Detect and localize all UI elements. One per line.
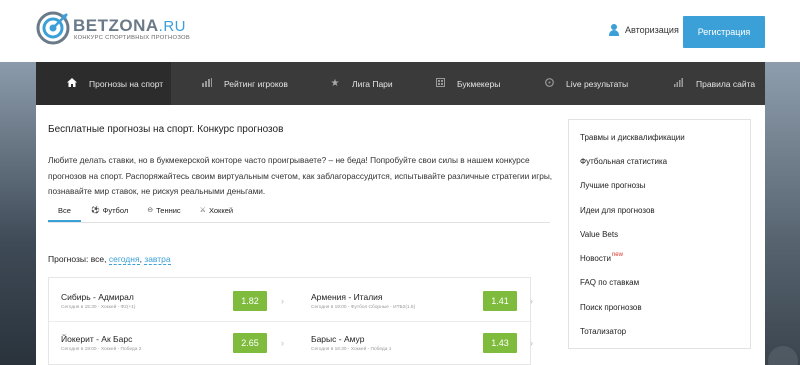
background-right bbox=[765, 62, 800, 365]
main-content: Бесплатные прогнозы на спорт. Конкурс пр… bbox=[36, 105, 765, 365]
nav-item-bookmakers[interactable]: Букмекеры bbox=[405, 62, 512, 105]
sidebar-item-label: Новости bbox=[580, 254, 611, 264]
forecasts-filter: Прогнозы: все, сегодня, завтра bbox=[48, 254, 171, 265]
site-header: BETZONA.RU КОНКУРС СПОРТИВНЫХ ПРОГНОЗОВ … bbox=[0, 0, 800, 62]
tab-tennis[interactable]: ⊖ Теннис bbox=[147, 201, 180, 222]
intro-text: Любите делать ставки, но в букмекерской … bbox=[48, 155, 553, 196]
filter-tomorrow-link[interactable]: завтра bbox=[144, 254, 171, 265]
match-teams: Армения - Италия bbox=[311, 292, 383, 302]
odds-badge[interactable]: 1.43 bbox=[483, 333, 517, 353]
sidebar-item-search[interactable]: Поиск прогнозов bbox=[569, 295, 750, 319]
tab-all[interactable]: Все bbox=[48, 201, 81, 222]
main-nav: Прогнозы на спорт Рейтинг игроков ★ Лига… bbox=[36, 62, 765, 105]
sidebar-item-injuries[interactable]: Травмы и дисквалификации bbox=[569, 125, 750, 149]
home-icon bbox=[67, 77, 77, 90]
football-icon: ⚽ bbox=[90, 207, 100, 214]
sidebar-item-news[interactable]: Новости new bbox=[569, 246, 750, 270]
forecast-item[interactable]: Барыс - Амур Сегодня в 16:30 - Хоккей - … bbox=[299, 325, 533, 362]
tab-label: Все bbox=[58, 206, 71, 215]
sidebar-item-ideas[interactable]: Идеи для прогнозов bbox=[569, 198, 750, 222]
tab-football[interactable]: ⚽ Футбол bbox=[91, 201, 128, 222]
sport-tabs: Все ⚽ Футбол ⊖ Теннис ⚔ Хоккей bbox=[48, 201, 550, 223]
tab-hockey[interactable]: ⚔ Хоккей bbox=[200, 201, 233, 222]
grid-icon bbox=[435, 77, 445, 90]
forecast-item[interactable]: Йокерит - Ак Барс Сегодня в 19:00 - Хокк… bbox=[49, 325, 299, 362]
page-title: Бесплатные прогнозы на спорт. Конкурс пр… bbox=[48, 124, 284, 135]
background-left bbox=[0, 62, 36, 365]
odds-badge[interactable]: 2.65 bbox=[233, 333, 267, 353]
sidebar-item-totalizator[interactable]: Тотализатор bbox=[569, 319, 750, 343]
match-meta: Сегодня в 15:30 - Хоккей - Ф2(+1) bbox=[61, 305, 136, 310]
row-divider bbox=[49, 321, 532, 322]
nav-label: Правила сайта bbox=[696, 78, 756, 89]
nav-label: Лига Пари bbox=[352, 78, 393, 89]
match-teams: Йокерит - Ак Барс bbox=[61, 334, 133, 344]
stats-icon bbox=[674, 77, 684, 90]
login-link[interactable]: Авторизация bbox=[609, 24, 679, 36]
nav-label: Live результаты bbox=[566, 78, 629, 89]
register-button[interactable]: Регистрация bbox=[683, 16, 765, 48]
nav-item-rating[interactable]: Рейтинг игроков bbox=[171, 62, 299, 105]
odds-badge[interactable]: 1.41 bbox=[483, 291, 517, 311]
match-teams: Сибирь - Адмирал bbox=[61, 292, 134, 302]
match-meta: Сегодня в 16:30 - Хоккей - Победа 1 bbox=[311, 347, 392, 352]
sidebar-item-football-stats[interactable]: Футбольная статистика bbox=[569, 149, 750, 173]
nav-item-rules[interactable]: Правила сайта bbox=[639, 62, 765, 105]
chevron-right-icon[interactable]: › bbox=[281, 296, 284, 306]
clock-icon bbox=[544, 77, 554, 90]
match-meta: Сегодня в 19:00 - Футбол Сборные - ИТБ2(… bbox=[311, 305, 416, 310]
chevron-right-icon[interactable]: › bbox=[530, 296, 533, 306]
forecast-item[interactable]: Армения - Италия Сегодня в 19:00 - Футбо… bbox=[299, 283, 533, 320]
sidebar-menu: Травмы и дисквалификации Футбольная стат… bbox=[568, 119, 751, 349]
nav-label: Рейтинг игроков bbox=[224, 78, 288, 89]
match-teams: Барыс - Амур bbox=[311, 334, 365, 344]
sidebar-item-best-forecasts[interactable]: Лучшие прогнозы bbox=[569, 174, 750, 198]
filter-today-link[interactable]: сегодня bbox=[108, 254, 140, 265]
bar-chart-icon bbox=[202, 77, 212, 90]
logo-tagline: КОНКУРС СПОРТИВНЫХ ПРОГНОЗОВ bbox=[74, 35, 191, 41]
nav-item-forecasts[interactable]: Прогнозы на спорт bbox=[36, 62, 171, 105]
forecasts-prefix: Прогнозы: все, bbox=[48, 254, 107, 264]
nav-item-live[interactable]: Live результаты bbox=[512, 62, 639, 105]
tab-label: Хоккей bbox=[208, 206, 234, 215]
login-label: Авторизация bbox=[625, 25, 679, 35]
tennis-icon: ⊖ bbox=[147, 207, 154, 214]
hockey-icon: ⚔ bbox=[199, 207, 206, 214]
target-logo-icon bbox=[36, 11, 70, 45]
sidebar-item-value-bets[interactable]: Value Bets bbox=[569, 222, 750, 246]
site-logo[interactable]: BETZONA.RU КОНКУРС СПОРТИВНЫХ ПРОГНОЗОВ bbox=[36, 11, 190, 47]
chevron-right-icon[interactable]: › bbox=[530, 338, 533, 348]
forecast-item[interactable]: Сибирь - Адмирал Сегодня в 15:30 - Хокке… bbox=[49, 283, 299, 320]
odds-badge[interactable]: 1.82 bbox=[233, 291, 267, 311]
tab-label: Футбол bbox=[102, 206, 129, 215]
logo-wordmark: BETZONA.RU bbox=[73, 16, 187, 35]
filter-separator: , bbox=[139, 254, 142, 264]
star-icon: ★ bbox=[330, 78, 340, 89]
sidebar-item-faq[interactable]: FAQ по ставкам bbox=[569, 271, 750, 295]
nav-label: Прогнозы на спорт bbox=[89, 78, 164, 89]
tab-label: Теннис bbox=[156, 206, 181, 215]
chevron-right-icon[interactable]: › bbox=[281, 338, 284, 348]
nav-item-liga-pari[interactable]: ★ Лига Пари bbox=[299, 62, 405, 105]
new-badge: new bbox=[611, 251, 623, 258]
user-icon bbox=[609, 24, 619, 36]
nav-label: Букмекеры bbox=[457, 78, 501, 89]
match-meta: Сегодня в 19:00 - Хоккей - Победа 2 bbox=[61, 347, 142, 352]
forecast-list: Сибирь - Адмирал Сегодня в 15:30 - Хокке… bbox=[48, 277, 533, 365]
